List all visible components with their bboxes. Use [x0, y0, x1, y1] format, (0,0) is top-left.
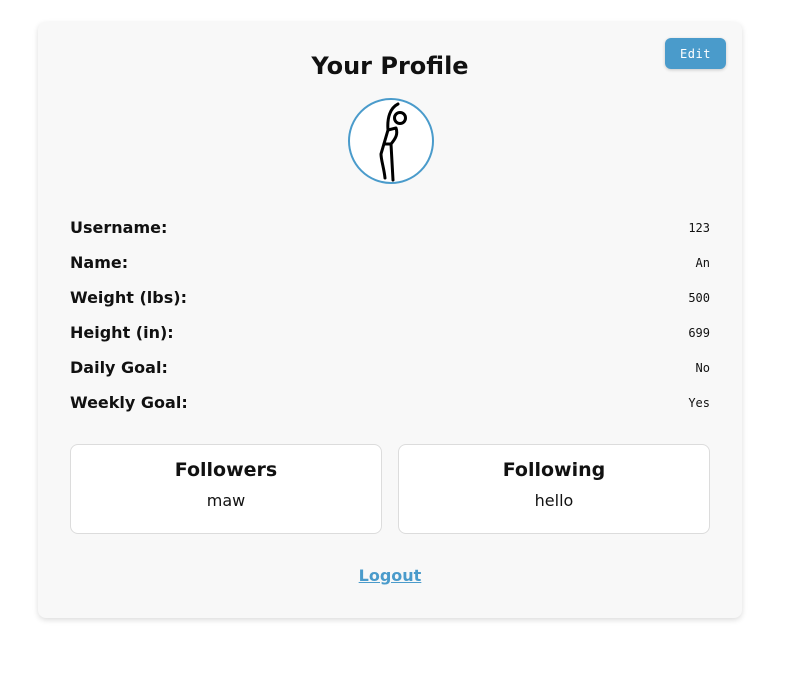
following-box[interactable]: Following hello: [398, 444, 710, 534]
logout-link[interactable]: Logout: [359, 566, 422, 585]
name-value: An: [695, 256, 710, 270]
profile-row-username: Username: 123: [70, 218, 710, 242]
following-value: hello: [534, 491, 574, 510]
height-label: Height (in):: [70, 323, 174, 342]
username-label: Username:: [70, 218, 168, 237]
page-title: Your Profile: [311, 52, 469, 80]
followers-value: maw: [206, 491, 246, 510]
profile-row-height: Height (in): 699: [70, 323, 710, 347]
height-value: 699: [688, 326, 710, 340]
followers-title: Followers: [174, 459, 278, 481]
stretching-person-icon: [379, 102, 407, 182]
username-value: 123: [688, 221, 710, 235]
weekly-goal-label: Weekly Goal:: [70, 393, 188, 412]
following-title: Following: [502, 459, 606, 481]
daily-goal-value: No: [695, 361, 710, 375]
daily-goal-label: Daily Goal:: [70, 358, 168, 377]
profile-row-name: Name: An: [70, 253, 710, 277]
profile-row-weight: Weight (lbs): 500: [70, 288, 710, 312]
logout-container: Logout: [38, 566, 742, 585]
profile-row-daily-goal: Daily Goal: No: [70, 358, 710, 382]
weight-label: Weight (lbs):: [70, 288, 187, 307]
weekly-goal-value: Yes: [688, 396, 710, 410]
followers-box[interactable]: Followers maw: [70, 444, 382, 534]
profile-card: Edit Your Profile Username: 123 Name: An…: [38, 22, 742, 618]
weight-value: 500: [688, 291, 710, 305]
profile-row-weekly-goal: Weekly Goal: Yes: [70, 393, 710, 417]
name-label: Name:: [70, 253, 129, 272]
avatar: [348, 98, 434, 184]
